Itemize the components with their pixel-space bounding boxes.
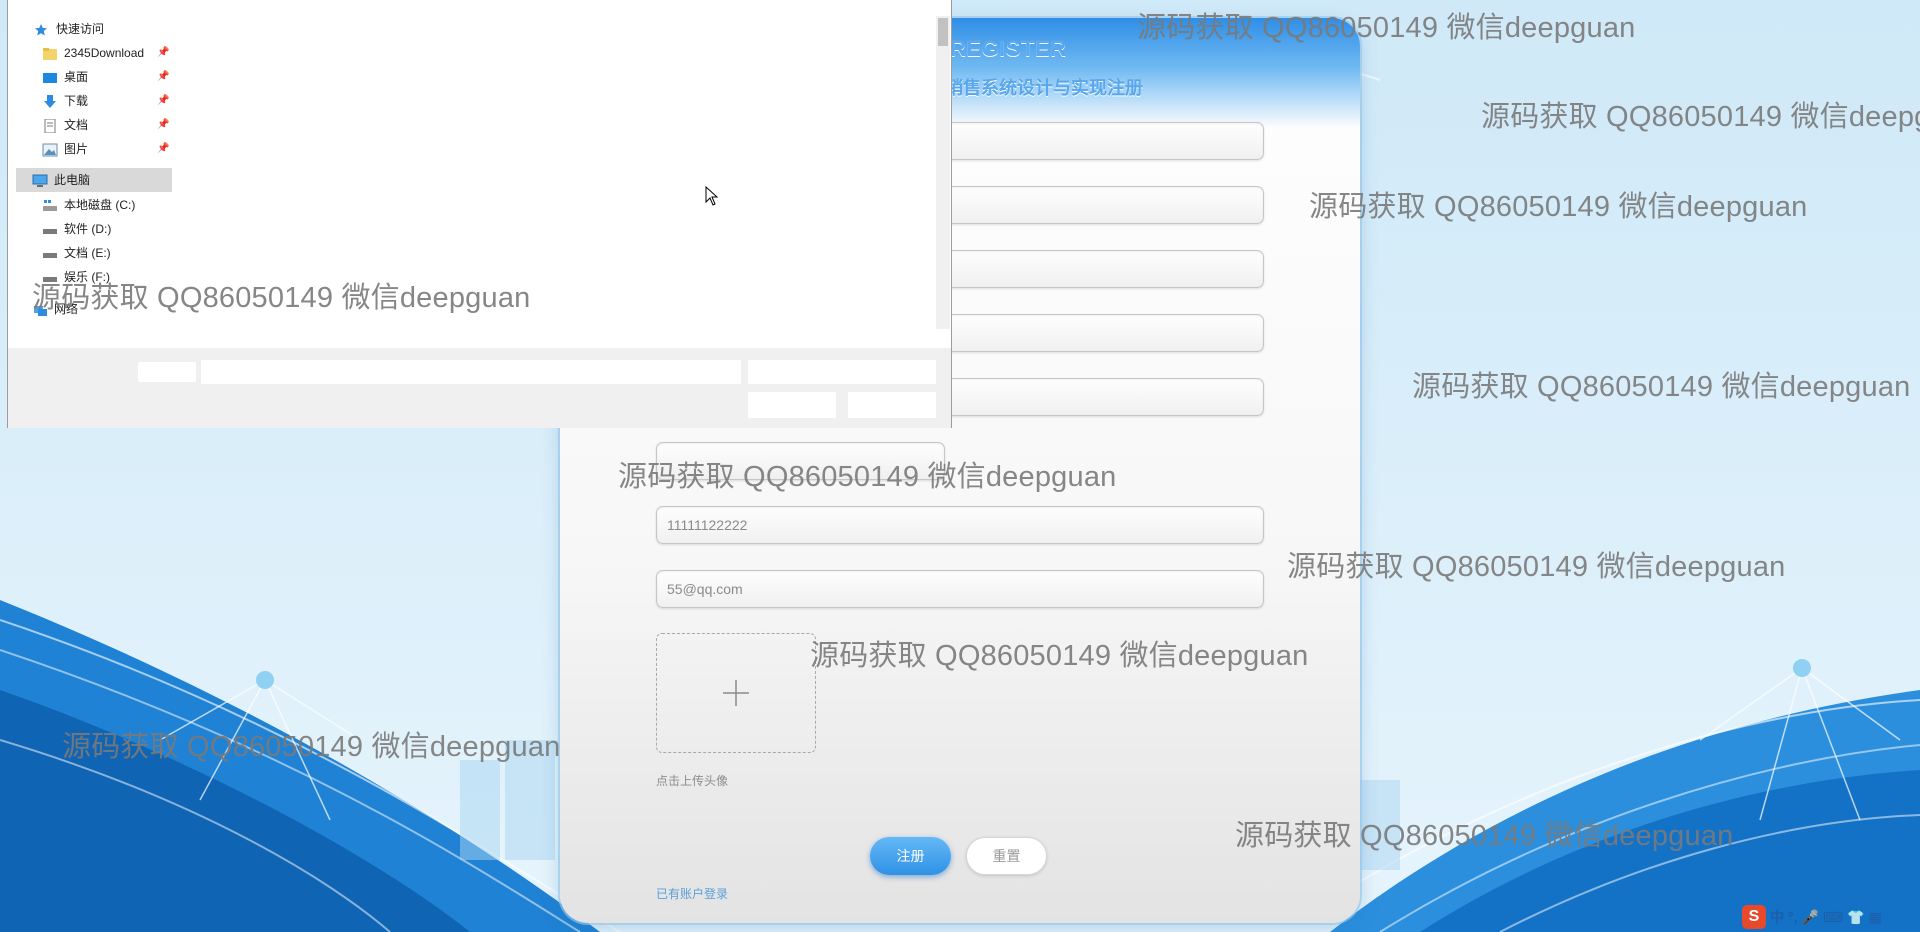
avatar-upload[interactable] xyxy=(656,633,816,753)
punctuation-icon[interactable]: °, xyxy=(1788,909,1798,925)
watermark-text: 源码获取 QQ86050149 微信deepguan xyxy=(62,731,561,763)
nav-drive-c[interactable]: 本地磁盘 (C:) xyxy=(42,194,135,216)
watermark-text: 源码获取 QQ86050149 微信deepguan xyxy=(1481,101,1920,133)
nav-item-documents[interactable]: 文档 📌 xyxy=(42,114,172,136)
pin-icon: 📌 xyxy=(157,119,170,130)
nav-quick-access[interactable]: 快速访问 xyxy=(34,18,104,40)
watermark-text: 源码获取 QQ86050149 微信deepguan xyxy=(1412,371,1911,403)
nav-label: 桌面 xyxy=(64,70,89,84)
nav-label: 快速访问 xyxy=(56,22,105,36)
register-title: REGISTER xyxy=(950,36,1067,61)
local-disk-icon xyxy=(42,198,58,212)
filename-input[interactable] xyxy=(201,360,741,384)
upload-hint: 点击上传头像 xyxy=(656,774,729,788)
login-link[interactable]: 已有账户登录 xyxy=(656,885,728,902)
register-subtitle: 销售系统设计与实现注册 xyxy=(945,78,1143,98)
nav-label: 此电脑 xyxy=(54,173,91,187)
desktop-icon xyxy=(42,70,58,84)
vertical-scrollbar[interactable] xyxy=(936,16,950,329)
folder-icon xyxy=(42,46,58,60)
document-icon xyxy=(42,118,58,134)
email-field[interactable] xyxy=(656,570,1264,608)
nav-item-pictures[interactable]: 图片 📌 xyxy=(42,138,172,160)
pin-icon: 📌 xyxy=(157,143,170,154)
watermark-text: 源码获取 QQ86050149 微信deepguan xyxy=(1287,551,1786,583)
nav-label: 文档 (E:) xyxy=(64,246,111,260)
nav-drive-d[interactable]: 软件 (D:) xyxy=(42,218,111,240)
pin-icon: 📌 xyxy=(157,71,170,82)
watermark-text: 源码获取 QQ86050149 微信deepguan xyxy=(32,282,531,314)
file-explorer-window: 快速访问 2345Download 📌 桌面 📌 下载 📌 文档 📌 图片 📌 xyxy=(7,0,952,428)
nav-label: 文档 xyxy=(64,118,89,132)
watermark-text: 源码获取 QQ86050149 微信deepguan xyxy=(810,640,1309,672)
nav-drive-e[interactable]: 文档 (E:) xyxy=(42,242,111,264)
filename-label-box xyxy=(138,362,196,382)
nav-item-desktop[interactable]: 桌面 📌 xyxy=(42,66,172,88)
open-button[interactable] xyxy=(748,392,836,418)
watermark-text: 源码获取 QQ86050149 微信deepguan xyxy=(1137,12,1636,44)
ime-toolbar[interactable]: S 中 °, 🎤 ⌨ 👕 ▦ xyxy=(1742,905,1882,929)
watermark-text: 源码获取 QQ86050149 微信deepguan xyxy=(1309,191,1808,223)
watermark-text: 源码获取 QQ86050149 微信deepguan xyxy=(1235,820,1734,852)
nav-item-2345download[interactable]: 2345Download 📌 xyxy=(42,42,172,64)
nav-label: 图片 xyxy=(64,142,89,156)
plus-icon xyxy=(723,680,749,706)
keyboard-icon[interactable]: ⌨ xyxy=(1823,909,1843,926)
register-button[interactable]: 注册 xyxy=(870,837,951,875)
picture-icon xyxy=(42,142,58,157)
nav-label: 本地磁盘 (C:) xyxy=(64,198,136,212)
nav-label: 下载 xyxy=(64,94,89,108)
microphone-icon[interactable]: 🎤 xyxy=(1802,909,1819,926)
cancel-button[interactable] xyxy=(848,392,936,418)
pin-icon: 📌 xyxy=(157,95,170,106)
phone-field[interactable] xyxy=(656,506,1264,544)
nav-label: 软件 (D:) xyxy=(64,222,112,236)
grid-menu-icon[interactable]: ▦ xyxy=(1869,909,1882,926)
drive-icon xyxy=(42,222,58,236)
drive-icon xyxy=(42,246,58,260)
file-dialog-footer xyxy=(8,348,951,428)
watermark-text: 源码获取 QQ86050149 微信deepguan xyxy=(618,461,1117,493)
pin-icon: 📌 xyxy=(157,47,170,58)
star-icon xyxy=(34,22,50,36)
nav-label: 2345Download xyxy=(64,46,145,60)
mouse-cursor-icon xyxy=(705,186,719,206)
nav-item-downloads[interactable]: 下载 📌 xyxy=(42,90,172,112)
reset-button[interactable]: 重置 xyxy=(966,837,1047,875)
download-icon xyxy=(42,94,58,108)
file-type-select[interactable] xyxy=(748,360,936,384)
nav-this-pc[interactable]: 此电脑 xyxy=(32,169,90,191)
sogou-logo-icon[interactable]: S xyxy=(1742,905,1766,929)
scrollbar-thumb[interactable] xyxy=(938,18,948,46)
skin-icon[interactable]: 👕 xyxy=(1847,909,1864,926)
ime-language-toggle[interactable]: 中 xyxy=(1770,907,1784,927)
computer-icon xyxy=(32,173,48,187)
